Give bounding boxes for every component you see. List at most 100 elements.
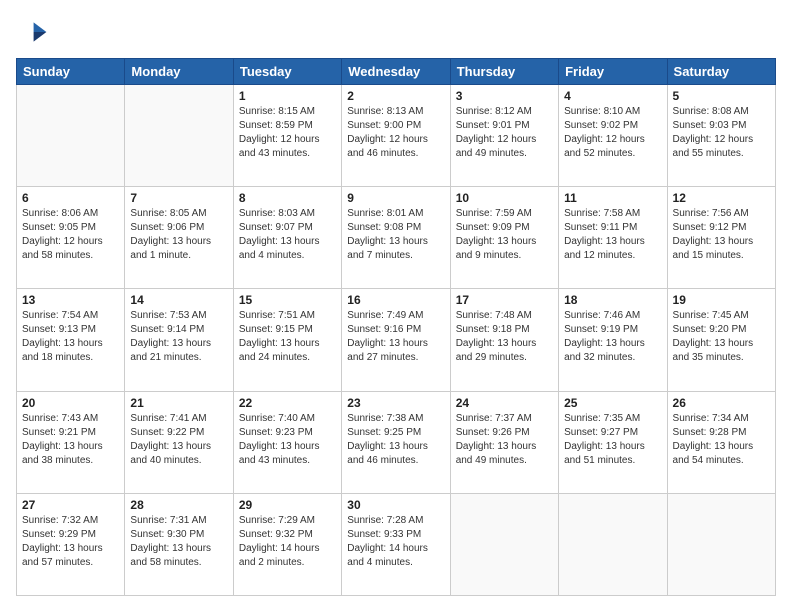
day-number: 25 [564, 396, 661, 410]
day-info: Sunrise: 8:13 AM Sunset: 9:00 PM Dayligh… [347, 105, 444, 161]
calendar-cell [17, 85, 125, 187]
calendar-cell: 15 Sunrise: 7:51 AM Sunset: 9:15 PM Dayli… [233, 289, 341, 391]
day-info: Sunrise: 8:15 AM Sunset: 8:59 PM Dayligh… [239, 105, 336, 161]
calendar-cell: 1 Sunrise: 8:15 AM Sunset: 8:59 PM Daylig… [233, 85, 341, 187]
calendar-cell: 20 Sunrise: 7:43 AM Sunset: 9:21 PM Dayli… [17, 391, 125, 493]
calendar-cell: 28 Sunrise: 7:31 AM Sunset: 9:30 PM Dayli… [125, 493, 233, 595]
day-info: Sunrise: 8:06 AM Sunset: 9:05 PM Dayligh… [22, 207, 119, 263]
day-number: 19 [673, 293, 770, 307]
calendar-cell: 2 Sunrise: 8:13 AM Sunset: 9:00 PM Daylig… [342, 85, 450, 187]
weekday-header-sunday: Sunday [17, 59, 125, 85]
header [16, 16, 776, 48]
week-row-5: 27 Sunrise: 7:32 AM Sunset: 9:29 PM Dayli… [17, 493, 776, 595]
day-number: 23 [347, 396, 444, 410]
calendar-cell: 13 Sunrise: 7:54 AM Sunset: 9:13 PM Dayli… [17, 289, 125, 391]
calendar-cell: 6Sunrise: 8:06 AM Sunset: 9:05 PM Daylig… [17, 187, 125, 289]
day-number: 8 [239, 191, 336, 205]
day-number: 1 [239, 89, 336, 103]
day-info: Sunrise: 8:03 AM Sunset: 9:07 PM Dayligh… [239, 207, 336, 263]
day-number: 26 [673, 396, 770, 410]
day-number: 4 [564, 89, 661, 103]
day-info: Sunrise: 7:49 AM Sunset: 9:16 PM Dayligh… [347, 309, 444, 365]
day-info: Sunrise: 8:08 AM Sunset: 9:03 PM Dayligh… [673, 105, 770, 161]
weekday-header-saturday: Saturday [667, 59, 775, 85]
calendar-cell [559, 493, 667, 595]
calendar-cell: 29Sunrise: 7:29 AM Sunset: 9:32 PM Dayli… [233, 493, 341, 595]
calendar-cell [125, 85, 233, 187]
calendar-cell: 16 Sunrise: 7:49 AM Sunset: 9:16 PM Dayli… [342, 289, 450, 391]
weekday-header-friday: Friday [559, 59, 667, 85]
day-number: 16 [347, 293, 444, 307]
day-info: Sunrise: 7:28 AM Sunset: 9:33 PM Dayligh… [347, 514, 444, 570]
calendar-table: SundayMondayTuesdayWednesdayThursdayFrid… [16, 58, 776, 596]
weekday-header-row: SundayMondayTuesdayWednesdayThursdayFrid… [17, 59, 776, 85]
logo-icon [16, 16, 48, 48]
calendar-cell: 23 Sunrise: 7:38 AM Sunset: 9:25 PM Dayli… [342, 391, 450, 493]
day-info: Sunrise: 7:38 AM Sunset: 9:25 PM Dayligh… [347, 412, 444, 468]
calendar-cell [450, 493, 558, 595]
calendar-cell: 11 Sunrise: 7:58 AM Sunset: 9:11 PM Dayli… [559, 187, 667, 289]
day-number: 18 [564, 293, 661, 307]
day-number: 30 [347, 498, 444, 512]
calendar-cell: 19 Sunrise: 7:45 AM Sunset: 9:20 PM Dayli… [667, 289, 775, 391]
day-info: Sunrise: 7:54 AM Sunset: 9:13 PM Dayligh… [22, 309, 119, 365]
calendar-cell: 10 Sunrise: 7:59 AM Sunset: 9:09 PM Dayli… [450, 187, 558, 289]
week-row-2: 6Sunrise: 8:06 AM Sunset: 9:05 PM Daylig… [17, 187, 776, 289]
day-number: 2 [347, 89, 444, 103]
calendar-cell: 22Sunrise: 7:40 AM Sunset: 9:23 PM Dayli… [233, 391, 341, 493]
day-number: 15 [239, 293, 336, 307]
day-number: 22 [239, 396, 336, 410]
day-number: 13 [22, 293, 119, 307]
day-info: Sunrise: 7:58 AM Sunset: 9:11 PM Dayligh… [564, 207, 661, 263]
calendar-cell: 7 Sunrise: 8:05 AM Sunset: 9:06 PM Daylig… [125, 187, 233, 289]
day-number: 14 [130, 293, 227, 307]
calendar-cell: 30 Sunrise: 7:28 AM Sunset: 9:33 PM Dayli… [342, 493, 450, 595]
calendar-cell: 9 Sunrise: 8:01 AM Sunset: 9:08 PM Daylig… [342, 187, 450, 289]
page: SundayMondayTuesdayWednesdayThursdayFrid… [0, 0, 792, 612]
day-info: Sunrise: 7:34 AM Sunset: 9:28 PM Dayligh… [673, 412, 770, 468]
day-info: Sunrise: 7:53 AM Sunset: 9:14 PM Dayligh… [130, 309, 227, 365]
calendar-cell: 27 Sunrise: 7:32 AM Sunset: 9:29 PM Dayli… [17, 493, 125, 595]
day-info: Sunrise: 7:51 AM Sunset: 9:15 PM Dayligh… [239, 309, 336, 365]
day-number: 24 [456, 396, 553, 410]
calendar-cell: 5 Sunrise: 8:08 AM Sunset: 9:03 PM Daylig… [667, 85, 775, 187]
weekday-header-thursday: Thursday [450, 59, 558, 85]
day-number: 7 [130, 191, 227, 205]
day-info: Sunrise: 7:59 AM Sunset: 9:09 PM Dayligh… [456, 207, 553, 263]
day-number: 21 [130, 396, 227, 410]
day-number: 11 [564, 191, 661, 205]
day-info: Sunrise: 7:46 AM Sunset: 9:19 PM Dayligh… [564, 309, 661, 365]
week-row-3: 13 Sunrise: 7:54 AM Sunset: 9:13 PM Dayli… [17, 289, 776, 391]
day-info: Sunrise: 7:32 AM Sunset: 9:29 PM Dayligh… [22, 514, 119, 570]
day-info: Sunrise: 8:12 AM Sunset: 9:01 PM Dayligh… [456, 105, 553, 161]
day-number: 3 [456, 89, 553, 103]
day-info: Sunrise: 7:45 AM Sunset: 9:20 PM Dayligh… [673, 309, 770, 365]
day-info: Sunrise: 7:56 AM Sunset: 9:12 PM Dayligh… [673, 207, 770, 263]
calendar-cell: 14 Sunrise: 7:53 AM Sunset: 9:14 PM Dayli… [125, 289, 233, 391]
calendar-cell: 3 Sunrise: 8:12 AM Sunset: 9:01 PM Daylig… [450, 85, 558, 187]
day-number: 9 [347, 191, 444, 205]
calendar-cell: 8 Sunrise: 8:03 AM Sunset: 9:07 PM Daylig… [233, 187, 341, 289]
calendar-cell: 12Sunrise: 7:56 AM Sunset: 9:12 PM Dayli… [667, 187, 775, 289]
day-info: Sunrise: 7:31 AM Sunset: 9:30 PM Dayligh… [130, 514, 227, 570]
calendar-cell: 26 Sunrise: 7:34 AM Sunset: 9:28 PM Dayli… [667, 391, 775, 493]
day-info: Sunrise: 7:43 AM Sunset: 9:21 PM Dayligh… [22, 412, 119, 468]
week-row-1: 1 Sunrise: 8:15 AM Sunset: 8:59 PM Daylig… [17, 85, 776, 187]
week-row-4: 20 Sunrise: 7:43 AM Sunset: 9:21 PM Dayli… [17, 391, 776, 493]
day-info: Sunrise: 8:01 AM Sunset: 9:08 PM Dayligh… [347, 207, 444, 263]
day-info: Sunrise: 7:48 AM Sunset: 9:18 PM Dayligh… [456, 309, 553, 365]
day-info: Sunrise: 7:35 AM Sunset: 9:27 PM Dayligh… [564, 412, 661, 468]
day-info: Sunrise: 8:05 AM Sunset: 9:06 PM Dayligh… [130, 207, 227, 263]
day-number: 5 [673, 89, 770, 103]
calendar-cell: 24Sunrise: 7:37 AM Sunset: 9:26 PM Dayli… [450, 391, 558, 493]
calendar-cell [667, 493, 775, 595]
day-info: Sunrise: 8:10 AM Sunset: 9:02 PM Dayligh… [564, 105, 661, 161]
day-number: 27 [22, 498, 119, 512]
day-number: 20 [22, 396, 119, 410]
day-number: 29 [239, 498, 336, 512]
day-number: 28 [130, 498, 227, 512]
calendar-cell: 21Sunrise: 7:41 AM Sunset: 9:22 PM Dayli… [125, 391, 233, 493]
weekday-header-tuesday: Tuesday [233, 59, 341, 85]
calendar-cell: 18 Sunrise: 7:46 AM Sunset: 9:19 PM Dayli… [559, 289, 667, 391]
day-number: 10 [456, 191, 553, 205]
